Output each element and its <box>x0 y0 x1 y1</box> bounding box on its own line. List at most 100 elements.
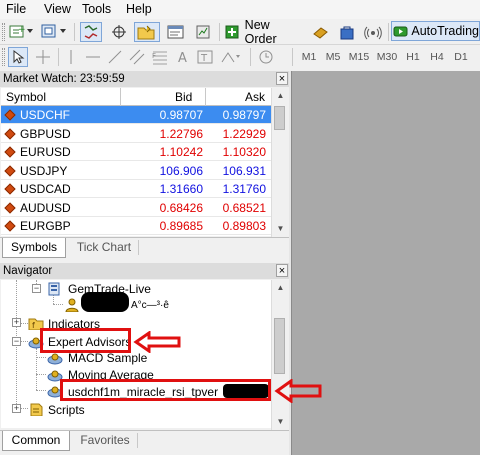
navigator-tree: − GemTrade-Live A°c—³·ê + f Indicators −… <box>1 280 271 428</box>
tab-symbols[interactable]: Symbols <box>2 238 66 258</box>
market-watch-toggle[interactable] <box>80 22 102 42</box>
navigator-tabs: Common Favorites <box>0 430 289 452</box>
account-name-item[interactable]: A°c—³·ê <box>131 300 169 311</box>
symbol-cell: GBPUSD <box>20 126 71 141</box>
line-studies-toolbar: F A T M1 M5 M15 M30 H1 H4 D1 <box>0 45 480 70</box>
market-watch-icon <box>84 25 98 39</box>
market-watch-close-button[interactable]: × <box>276 72 288 85</box>
trendline-icon <box>108 50 122 64</box>
trendline-button[interactable] <box>106 47 124 67</box>
channel-button[interactable] <box>128 47 146 67</box>
market-watch-scrollbar[interactable]: ▲ ▼ <box>271 88 288 237</box>
symbol-diamond-icon <box>4 109 16 121</box>
scroll-thumb[interactable] <box>274 318 285 374</box>
expand-scripts-toggle[interactable]: + <box>12 404 21 413</box>
new-order-button[interactable]: New Order <box>224 18 304 46</box>
navigator-scrollbar[interactable]: ▲ ▼ <box>271 280 288 430</box>
market-watch-list: USDCHF 0.98707 0.98797 GBPUSD 1.22796 1.22929… <box>1 106 271 236</box>
tab-favorites[interactable]: Favorites <box>74 431 136 451</box>
close-icon: × <box>278 73 286 85</box>
market-watch-row[interactable]: USDJPY 106.906 106.931 <box>1 162 271 180</box>
symbol-cell: USDJPY <box>20 163 68 178</box>
fibonacci-button[interactable]: F <box>150 47 170 67</box>
scroll-thumb[interactable] <box>274 106 285 130</box>
text-label-button[interactable]: T <box>196 47 214 67</box>
ask-cell: 1.31760 <box>222 182 266 196</box>
profiles-button[interactable] <box>40 22 68 42</box>
navigator-toggle[interactable] <box>134 22 160 42</box>
scroll-down-icon[interactable]: ▼ <box>273 414 288 429</box>
terminal-button[interactable] <box>164 22 188 42</box>
crosshair-target-icon <box>112 25 126 39</box>
column-bid[interactable]: Bid <box>175 90 192 104</box>
bid-cell: 1.10242 <box>159 145 203 159</box>
market-watch-row[interactable]: EURGBP 0.89685 0.89803 <box>1 217 271 235</box>
period-menu-button[interactable] <box>256 47 276 67</box>
market-watch-row[interactable]: EURUSD 1.10242 1.10320 <box>1 143 271 161</box>
toolbar-grip[interactable] <box>2 23 5 41</box>
market-watch-row[interactable]: USDCHF 0.98707 0.98797 <box>1 106 271 124</box>
ask-cell: 0.89803 <box>222 219 266 233</box>
scroll-up-icon[interactable]: ▲ <box>273 88 288 103</box>
market-watch-title: Market Watch: 23:59:59 <box>0 71 289 87</box>
signals-button[interactable] <box>362 22 384 42</box>
svg-text:+: + <box>18 25 26 35</box>
menu-tools[interactable]: Tools <box>82 2 111 16</box>
ea-macd-sample[interactable]: MACD Sample <box>68 351 147 365</box>
scroll-up-icon[interactable]: ▲ <box>273 280 288 295</box>
menu-help[interactable]: Help <box>126 2 152 16</box>
navigator-title: Navigator <box>0 263 289 279</box>
arrow-icon <box>221 52 240 63</box>
menu-view[interactable]: View <box>44 2 71 16</box>
text-a-icon: A <box>178 51 187 65</box>
navigator-close-button[interactable]: × <box>276 264 288 277</box>
menu-file[interactable]: File <box>6 2 26 16</box>
cursor-button[interactable] <box>8 47 28 67</box>
ask-cell: 0.68521 <box>222 200 266 215</box>
text-button[interactable]: A <box>174 47 192 67</box>
timeframe-m1[interactable]: M1 <box>298 47 320 67</box>
column-ask[interactable]: Ask <box>245 90 265 104</box>
redacted-account-number <box>81 292 129 312</box>
svg-text:A: A <box>178 51 187 65</box>
close-icon: × <box>278 265 286 277</box>
market-watch-row[interactable]: AUDUSD 0.68426 0.68521 <box>1 199 271 217</box>
timeframe-h1[interactable]: H1 <box>402 47 424 67</box>
data-window-button[interactable] <box>108 22 130 42</box>
annotation-box-ea <box>60 379 271 401</box>
market-button[interactable] <box>336 22 358 42</box>
timeframe-h4[interactable]: H4 <box>426 47 448 67</box>
autotrading-button[interactable]: AutoTrading <box>391 21 480 41</box>
timeframe-m30[interactable]: M30 <box>374 47 400 67</box>
channel-icon <box>129 49 145 65</box>
scroll-down-icon[interactable]: ▼ <box>273 221 288 236</box>
collapse-expert-advisors-toggle[interactable]: − <box>12 337 21 346</box>
tab-tick-chart[interactable]: Tick Chart <box>70 238 138 258</box>
svg-text:T: T <box>200 53 208 64</box>
tab-common[interactable]: Common <box>2 431 70 451</box>
timeframe-d1[interactable]: D1 <box>450 47 472 67</box>
column-symbol[interactable]: Symbol <box>6 90 46 104</box>
new-order-icon <box>225 25 239 39</box>
vertical-line-button[interactable] <box>62 47 80 67</box>
toolbar-grip[interactable] <box>2 48 5 66</box>
meta-editor-button[interactable] <box>310 22 332 42</box>
standard-toolbar: + New Order AutoTrading <box>0 18 480 46</box>
account-user-icon <box>65 298 79 312</box>
collapse-account-toggle[interactable]: − <box>32 284 41 293</box>
timeframe-m5[interactable]: M5 <box>322 47 344 67</box>
arrows-button[interactable] <box>218 47 242 67</box>
new-order-label: New Order <box>244 18 277 46</box>
symbol-cell: USDCAD <box>20 182 71 196</box>
symbol-diamond-icon <box>4 220 16 232</box>
crosshair-button[interactable] <box>33 47 53 67</box>
new-chart-button[interactable]: + <box>8 22 34 42</box>
horizontal-line-button[interactable] <box>84 47 102 67</box>
expand-indicators-toggle[interactable]: + <box>12 318 21 327</box>
market-watch-row[interactable]: USDCAD 1.31660 1.31760 <box>1 180 271 198</box>
strategy-tester-button[interactable] <box>192 22 214 42</box>
market-watch-row[interactable]: GBPUSD 1.22796 1.22929 <box>1 125 271 143</box>
scripts-item[interactable]: Scripts <box>48 403 85 417</box>
bid-cell: 1.22796 <box>159 126 203 141</box>
timeframe-m15[interactable]: M15 <box>346 47 372 67</box>
